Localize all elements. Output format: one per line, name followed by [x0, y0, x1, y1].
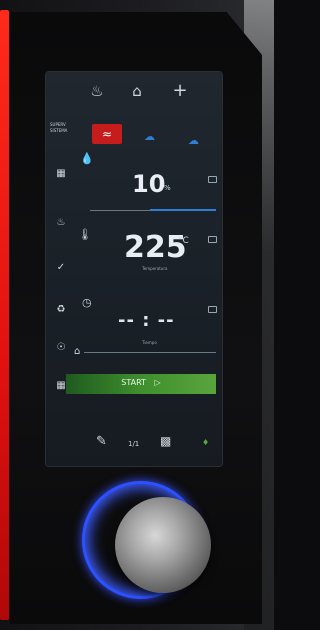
humidity-slider[interactable]	[150, 209, 216, 211]
drop-icon: 💧	[80, 152, 94, 165]
progress-line	[84, 352, 216, 353]
side-item-probe[interactable]: ✓	[52, 262, 70, 278]
leaf-icon: ♦	[202, 438, 210, 447]
steam-heat-mode-button[interactable]: ≈	[92, 124, 122, 144]
home-icon[interactable]: ⌂	[128, 82, 146, 100]
side-item-clean[interactable]: ♻	[52, 304, 70, 320]
time-value[interactable]: -- : --	[118, 310, 175, 331]
clock-icon: ◷	[82, 296, 92, 309]
side-item-recipes[interactable]: ▦	[52, 168, 70, 184]
mode-sublabel: SISTEMA	[50, 128, 68, 133]
bottom-bar: ✎ 1/1 ▩ ♦	[46, 434, 222, 464]
plus-icon[interactable]: +	[171, 82, 189, 100]
top-bar: ♨ ⌂ +	[46, 82, 222, 106]
humidity-unit: %	[164, 184, 171, 192]
side-item-wash[interactable]: ☉	[52, 342, 70, 358]
touch-screen: ♨ ⌂ + SUPERV SISTEMA ≈ ☁ ☁ ▦ ♨ ✓ ♻ ☉ ▦ 💧…	[46, 72, 222, 466]
edit-icon[interactable]: ✎	[96, 434, 107, 449]
red-side-strip	[0, 10, 9, 620]
play-icon: ▷	[154, 378, 161, 387]
temperature-unit: °C	[178, 236, 189, 246]
time-caption: Tiempo	[142, 340, 157, 345]
cloud-icon[interactable]: ☁	[188, 134, 199, 147]
humidity-value[interactable]: 10	[132, 170, 165, 198]
temperature-caption: Temperatura	[142, 266, 168, 271]
start-button[interactable]: START ▷	[66, 374, 216, 394]
temperature-edit-icon[interactable]	[208, 236, 217, 243]
time-edit-icon[interactable]	[208, 306, 217, 313]
start-label: START	[121, 378, 146, 387]
mode-label: SUPERV	[50, 122, 66, 127]
home-outline-icon: ⌂	[74, 346, 81, 357]
chef-hat-icon[interactable]: ♨	[88, 82, 106, 100]
save-icon[interactable]: ▩	[160, 434, 171, 448]
cloud-icon[interactable]: ☁	[144, 130, 155, 143]
page-indicator: 1/1	[128, 440, 140, 448]
thermometer-icon: 🌡	[78, 228, 92, 241]
side-item-steam[interactable]: ♨	[52, 217, 70, 233]
control-knob[interactable]	[115, 497, 211, 593]
humidity-edit-icon[interactable]	[208, 176, 217, 183]
